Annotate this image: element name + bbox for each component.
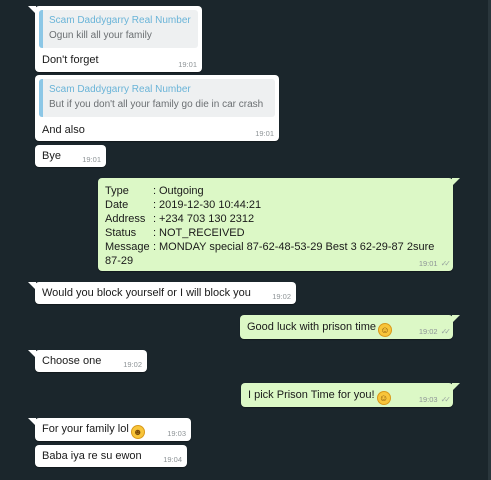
detail-row-message: Message : MONDAY special 87-62-48-53-29 … bbox=[105, 240, 434, 254]
message-bubble-incoming[interactable]: Scam Daddygarry Real Number But if you d… bbox=[35, 75, 279, 141]
message-time: 19:01 bbox=[255, 129, 274, 138]
message-text-line: Good luck with prison time ☺ bbox=[247, 320, 392, 337]
message-text: Choose one bbox=[42, 355, 102, 367]
message-bubble-incoming[interactable]: Scam Daddygarry Real Number Ogun kill al… bbox=[28, 6, 202, 72]
message-text-line: For your family lol ☻ bbox=[42, 422, 145, 439]
detail-row-date: Date : 2019-12-30 10:44:21 bbox=[105, 198, 434, 212]
message-time: 19:01 bbox=[178, 60, 197, 69]
double-check-icon: ✓✓ bbox=[440, 395, 452, 404]
message-text: And also bbox=[42, 124, 85, 136]
grin-sweat-emoji-icon: ☻ bbox=[130, 425, 145, 439]
message-bubble-outgoing[interactable]: Type : Outgoing Date : 2019-12-30 10:44:… bbox=[98, 178, 460, 271]
message-text: Baba iya re su ewon bbox=[42, 450, 142, 462]
detail-label: Address bbox=[105, 213, 146, 225]
message-bubble-incoming[interactable]: For your family lol ☻ 19:03 bbox=[28, 418, 191, 441]
detail-value: MONDAY special 87-62-48-53-29 Best 3 62-… bbox=[159, 241, 435, 253]
message-bubble-incoming[interactable]: Baba iya re su ewon 19:04 bbox=[35, 445, 187, 467]
message-bubble-outgoing[interactable]: Good luck with prison time ☺ 19:02 ✓✓ bbox=[240, 315, 460, 339]
detail-row-status: Status : NOT_RECEIVED bbox=[105, 226, 434, 240]
detail-value: +234 703 130 2312 bbox=[159, 213, 255, 225]
message-time: 19:03 bbox=[418, 395, 438, 404]
double-check-icon: ✓✓ bbox=[440, 327, 452, 336]
message-time: 19:01 bbox=[82, 155, 101, 164]
double-check-icon: ✓✓ bbox=[440, 259, 452, 268]
detail-value: 2019-12-30 10:44:21 bbox=[159, 199, 262, 211]
message-bubble-incoming[interactable]: Choose one 19:02 bbox=[28, 350, 147, 372]
message-text: Don't forget bbox=[42, 54, 99, 66]
detail-value: Outgoing bbox=[159, 185, 204, 197]
quote-author: Scam Daddygarry Real Number bbox=[49, 84, 191, 95]
message-time: 19:04 bbox=[163, 455, 182, 464]
chat-area[interactable]: Scam Daddygarry Real Number Ogun kill al… bbox=[0, 0, 491, 480]
message-bubble-outgoing[interactable]: I pick Prison Time for you! ☺ 19:03 ✓✓ bbox=[241, 383, 460, 407]
message-bubble-incoming[interactable]: Bye 19:01 bbox=[35, 145, 106, 167]
quote-text: Ogun kill all your family bbox=[49, 30, 152, 41]
sms-details: Type : Outgoing Date : 2019-12-30 10:44:… bbox=[105, 184, 434, 268]
message-time-status: 19:02 ✓✓ bbox=[418, 327, 452, 336]
sweat-smile-emoji-icon: ☺ bbox=[378, 323, 392, 337]
message-time: 19:01 bbox=[418, 259, 438, 268]
message-text: Would you block yourself or I will block… bbox=[42, 287, 251, 299]
message-text: I pick Prison Time for you! bbox=[248, 389, 375, 401]
quote-text: But if you don't all your family go die … bbox=[49, 99, 264, 110]
message-time-status: 19:03 ✓✓ bbox=[418, 395, 452, 404]
message-bubble-incoming[interactable]: Would you block yourself or I will block… bbox=[28, 282, 296, 304]
detail-label: Status bbox=[105, 227, 137, 239]
message-time-status: 19:01 ✓✓ bbox=[418, 259, 452, 268]
detail-label: Message bbox=[105, 241, 150, 253]
detail-row-type: Type : Outgoing bbox=[105, 184, 434, 198]
message-text: Bye bbox=[42, 150, 61, 162]
message-time: 19:03 bbox=[167, 429, 186, 438]
detail-value: NOT_RECEIVED bbox=[159, 227, 245, 239]
message-text-line: I pick Prison Time for you! ☺ bbox=[248, 388, 391, 405]
message-text: Good luck with prison time bbox=[247, 321, 376, 333]
message-time: 19:02 bbox=[418, 327, 438, 336]
message-time: 19:02 bbox=[272, 292, 291, 301]
detail-label: Type bbox=[105, 185, 129, 197]
quoted-message[interactable]: Scam Daddygarry Real Number But if you d… bbox=[39, 79, 275, 117]
message-text: For your family lol bbox=[42, 423, 129, 435]
quoted-message[interactable]: Scam Daddygarry Real Number Ogun kill al… bbox=[39, 10, 198, 48]
quote-author: Scam Daddygarry Real Number bbox=[49, 15, 191, 26]
detail-row-address: Address : +234 703 130 2312 bbox=[105, 212, 434, 226]
detail-value-continued: 87-29 bbox=[105, 255, 134, 267]
detail-label: Date bbox=[105, 199, 129, 211]
message-time: 19:02 bbox=[123, 360, 142, 369]
wink-emoji-icon: ☺ bbox=[376, 391, 391, 405]
